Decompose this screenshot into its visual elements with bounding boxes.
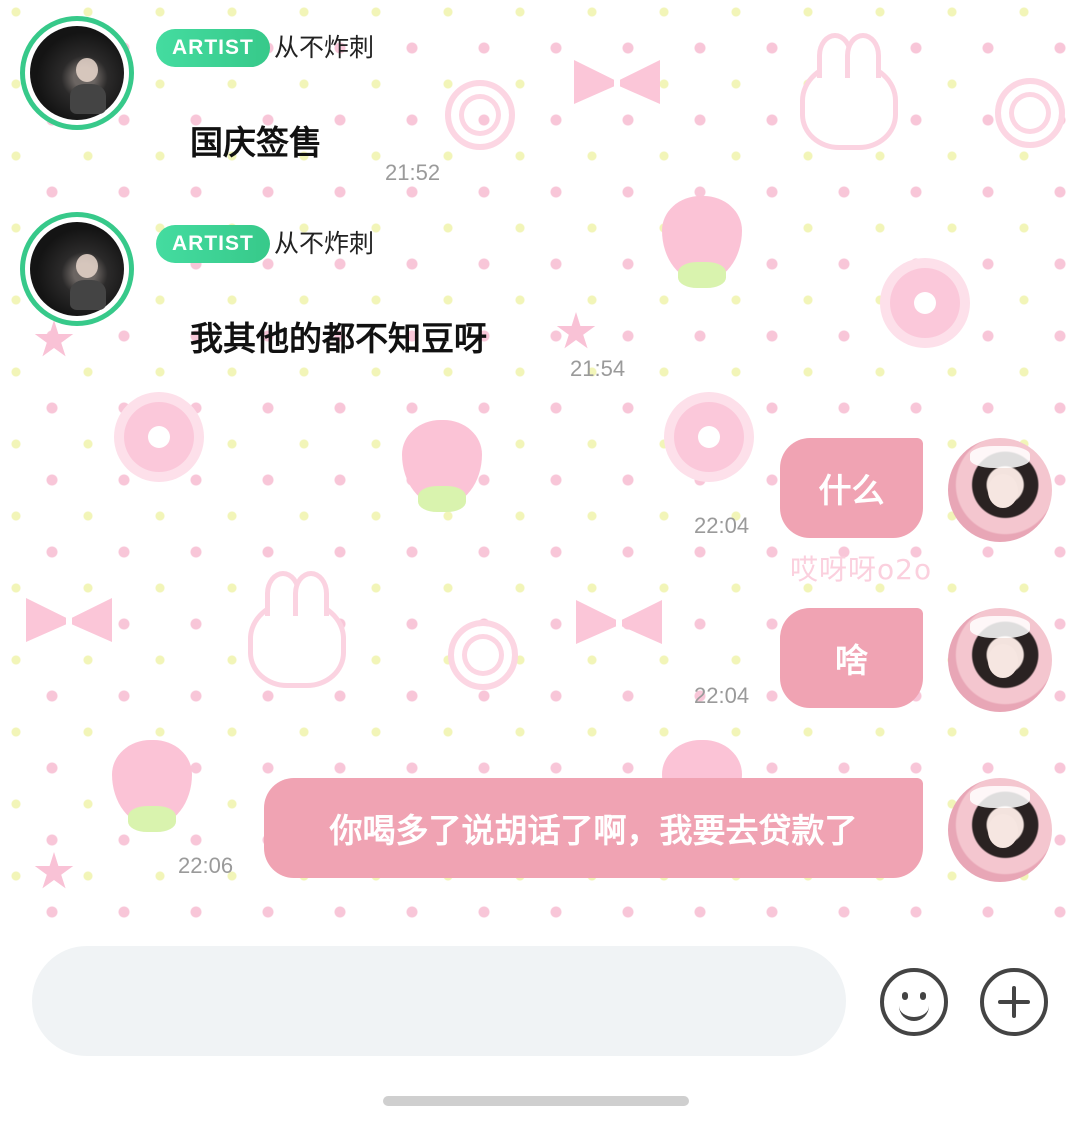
message-input[interactable] — [32, 946, 846, 1056]
message-text[interactable]: 国庆签售 — [190, 116, 322, 164]
message-timestamp: 21:54 — [570, 356, 626, 381]
my-avatar[interactable] — [948, 608, 1052, 712]
my-avatar[interactable] — [948, 438, 1052, 542]
my-message-bubble[interactable]: 啥 — [780, 608, 923, 708]
wallpaper-watermark: 哎呀呀o2o — [790, 553, 933, 586]
my-message-bubble[interactable]: 你喝多了说胡话了啊，我要去贷款了 — [264, 778, 923, 878]
message-timestamp: 22:06 — [178, 853, 234, 878]
my-avatar[interactable] — [948, 778, 1052, 882]
my-message-bubble[interactable]: 什么 — [780, 438, 923, 538]
sender-name: 从不炸刺 — [274, 33, 375, 62]
message-timestamp: 22:04 — [694, 683, 750, 708]
artist-badge: ARTIST — [156, 225, 270, 263]
artist-avatar[interactable] — [20, 16, 134, 130]
artist-avatar[interactable] — [20, 212, 134, 326]
artist-badge: ARTIST — [156, 29, 270, 67]
sender-name: 从不炸刺 — [274, 229, 375, 258]
message-text[interactable]: 我其他的都不知豆呀 — [190, 312, 487, 360]
smiley-icon[interactable] — [880, 968, 948, 1036]
message-timestamp: 22:04 — [694, 513, 750, 538]
home-indicator[interactable] — [383, 1096, 689, 1106]
message-timestamp: 21:52 — [385, 160, 441, 185]
plus-icon[interactable] — [980, 968, 1048, 1036]
